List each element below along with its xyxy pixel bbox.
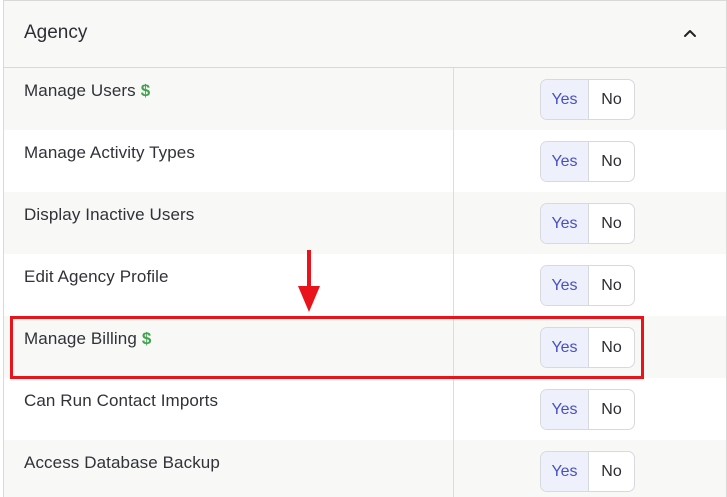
yes-option[interactable]: Yes: [541, 204, 589, 243]
no-option[interactable]: No: [589, 328, 634, 367]
yes-option[interactable]: Yes: [541, 142, 589, 181]
yes-option[interactable]: Yes: [541, 390, 589, 429]
yes-no-toggle: Yes No: [540, 265, 635, 306]
paid-feature-icon: $: [140, 81, 151, 100]
yes-option[interactable]: Yes: [541, 266, 589, 305]
yes-no-toggle: Yes No: [540, 141, 635, 182]
permission-label: Access Database Backup: [24, 453, 220, 472]
chevron-up-icon[interactable]: [680, 23, 700, 43]
permission-row-manage-users: Manage Users $ Yes No: [4, 68, 726, 130]
no-option[interactable]: No: [589, 204, 634, 243]
yes-no-toggle: Yes No: [540, 389, 635, 430]
no-option[interactable]: No: [589, 80, 634, 119]
permission-row-edit-agency-profile: Edit Agency Profile Yes No: [4, 254, 726, 316]
no-option[interactable]: No: [589, 142, 634, 181]
paid-feature-icon: $: [141, 329, 152, 348]
permission-row-display-inactive-users: Display Inactive Users Yes No: [4, 192, 726, 254]
section-header[interactable]: Agency: [4, 1, 726, 68]
yes-no-toggle: Yes No: [540, 327, 635, 368]
permission-label: Manage Users $: [24, 81, 151, 100]
yes-option[interactable]: Yes: [541, 80, 589, 119]
yes-option[interactable]: Yes: [541, 452, 589, 491]
permission-label: Can Run Contact Imports: [24, 391, 219, 410]
permission-row-can-run-contact-imports: Can Run Contact Imports Yes No: [4, 378, 726, 440]
no-option[interactable]: No: [589, 452, 634, 491]
permission-row-manage-activity-types: Manage Activity Types Yes No: [4, 130, 726, 192]
permission-list: Manage Users $ Yes No Manage Activity Typ…: [4, 68, 726, 497]
yes-no-toggle: Yes No: [540, 79, 635, 120]
permission-row-access-database-backup: Access Database Backup Yes No: [4, 440, 726, 497]
permission-label: Edit Agency Profile: [24, 267, 169, 286]
yes-no-toggle: Yes No: [540, 451, 635, 492]
yes-no-toggle: Yes No: [540, 203, 635, 244]
permission-row-manage-billing: Manage Billing $ Yes No: [4, 316, 726, 378]
yes-option[interactable]: Yes: [541, 328, 589, 367]
no-option[interactable]: No: [589, 266, 634, 305]
agency-permissions-panel: Agency Manage Users $ Yes No Manage Activ…: [3, 0, 727, 497]
no-option[interactable]: No: [589, 390, 634, 429]
permission-label: Display Inactive Users: [24, 205, 195, 224]
section-title: Agency: [24, 22, 88, 43]
permission-label: Manage Billing $: [24, 329, 152, 348]
permission-label: Manage Activity Types: [24, 143, 195, 162]
column-divider: [453, 68, 454, 497]
